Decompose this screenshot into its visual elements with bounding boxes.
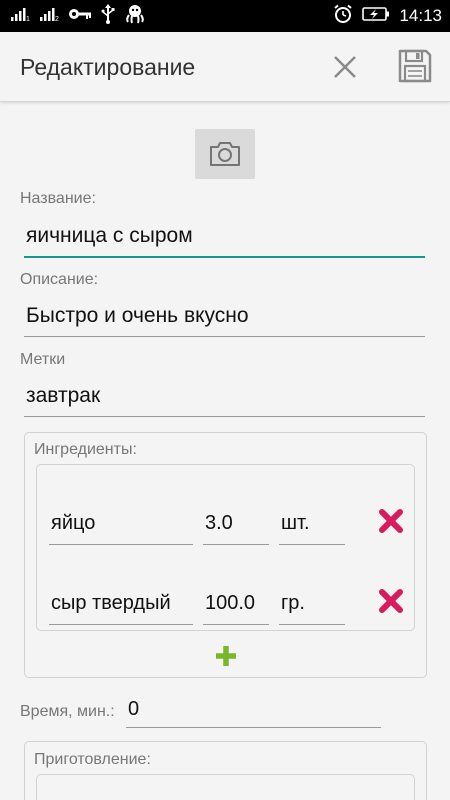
ingredient-unit-field[interactable]: гр. bbox=[279, 575, 345, 625]
status-time: 14:13 bbox=[399, 6, 442, 25]
time-value: 0 bbox=[128, 698, 140, 720]
description-value: Быстро и очень вкусно bbox=[26, 304, 249, 327]
ingredient-name-field[interactable]: сыр твердый bbox=[49, 575, 193, 625]
svg-text:2: 2 bbox=[55, 16, 59, 22]
ingredient-amount-field[interactable]: 3.0 bbox=[203, 495, 269, 545]
photo-button[interactable] bbox=[195, 129, 255, 179]
key-icon bbox=[68, 7, 92, 26]
time-field[interactable]: 0 bbox=[126, 692, 381, 728]
description-label: Описание: bbox=[20, 271, 99, 288]
add-ingredient-button[interactable] bbox=[213, 643, 239, 669]
tags-label: Метки bbox=[20, 351, 66, 368]
ingredient-name: яйцо bbox=[51, 512, 96, 534]
battery-charging-icon bbox=[362, 6, 390, 27]
name-value: яичница с сыром bbox=[26, 224, 193, 247]
page-title: Редактирование bbox=[20, 54, 196, 80]
name-label: Название: bbox=[20, 190, 96, 207]
preparation-title: Приготовление: bbox=[34, 751, 151, 768]
status-icons-right: 14:13 bbox=[333, 4, 442, 29]
ingredient-amount-field[interactable]: 100.0 bbox=[203, 575, 269, 625]
status-icons-left: 1 2 bbox=[10, 3, 146, 29]
ingredient-amount: 3.0 bbox=[205, 512, 233, 534]
status-bar: 1 2 14:13 bbox=[0, 0, 450, 32]
save-button[interactable] bbox=[396, 47, 434, 85]
description-field[interactable]: Быстро и очень вкусно bbox=[24, 297, 425, 337]
svg-text:1: 1 bbox=[26, 16, 30, 22]
ingredient-row: яйцо 3.0 шт. bbox=[37, 495, 416, 545]
delete-icon bbox=[379, 589, 403, 613]
app-bar: Редактирование bbox=[0, 32, 450, 102]
ingredient-amount: 100.0 bbox=[205, 592, 256, 614]
name-field[interactable]: яичница с сыром bbox=[24, 218, 425, 258]
tags-field[interactable]: завтрак bbox=[24, 377, 425, 417]
alarm-icon bbox=[333, 4, 353, 29]
ingredient-unit-field[interactable]: шт. bbox=[279, 495, 345, 545]
camera-icon bbox=[210, 142, 240, 166]
octopus-icon bbox=[124, 4, 146, 29]
delete-icon bbox=[379, 509, 403, 533]
close-button[interactable] bbox=[328, 50, 362, 84]
signal-2-icon: 2 bbox=[39, 6, 59, 27]
signal-icon: 1 bbox=[10, 6, 30, 27]
ingredient-name: сыр твердый bbox=[51, 592, 171, 614]
ingredient-name-field[interactable]: яйцо bbox=[49, 495, 193, 545]
ingredient-unit: шт. bbox=[281, 512, 310, 534]
ingredients-list: яйцо 3.0 шт. сыр твердый 100.0 гр. bbox=[36, 464, 415, 631]
ingredients-section: Ингредиенты: яйцо 3.0 шт. сыр твердый 10… bbox=[24, 432, 427, 678]
close-icon bbox=[334, 56, 356, 78]
plus-icon bbox=[216, 646, 236, 666]
ingredient-row: сыр твердый 100.0 гр. bbox=[37, 575, 416, 625]
delete-ingredient-button[interactable] bbox=[378, 508, 404, 534]
ingredients-title: Ингредиенты: bbox=[34, 441, 137, 458]
time-label: Время, мин.: bbox=[20, 703, 115, 720]
tags-value: завтрак bbox=[26, 384, 101, 407]
preparation-section: Приготовление: bbox=[24, 741, 427, 800]
preparation-field[interactable] bbox=[36, 774, 415, 800]
save-icon bbox=[398, 49, 432, 83]
delete-ingredient-button[interactable] bbox=[378, 588, 404, 614]
ingredient-unit: гр. bbox=[281, 592, 305, 614]
usb-icon bbox=[101, 3, 115, 29]
